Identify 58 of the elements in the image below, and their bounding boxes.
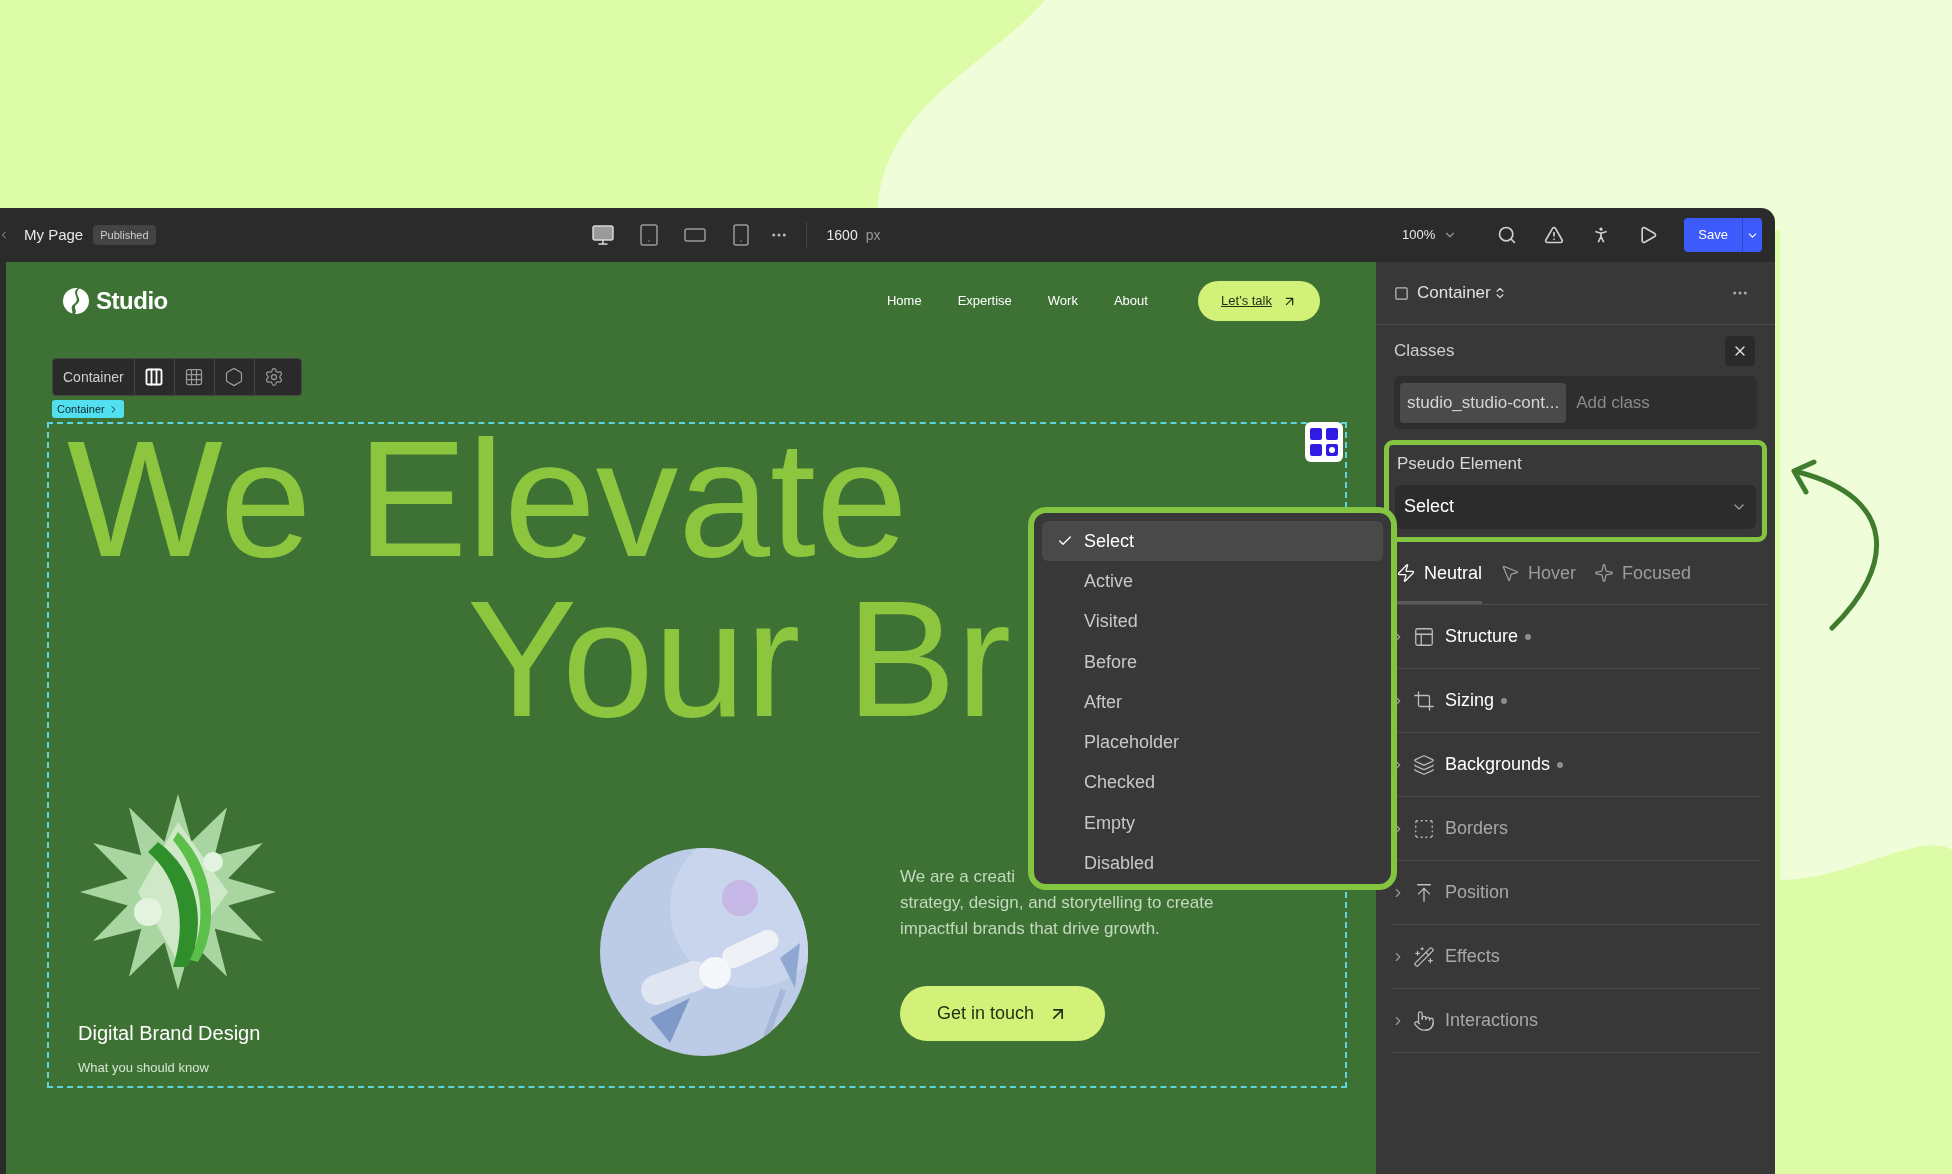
zoom-value[interactable]: 100% bbox=[1402, 225, 1436, 245]
logo-icon bbox=[62, 287, 90, 315]
section-label: Pseudo Element bbox=[1397, 453, 1523, 475]
blocks-icon[interactable] bbox=[1305, 422, 1343, 462]
dropdown-option[interactable]: Placeholder bbox=[1042, 722, 1383, 763]
dropdown-option[interactable]: Visited bbox=[1042, 601, 1383, 642]
state-tab[interactable]: Hover bbox=[1500, 545, 1577, 604]
breadcrumb-tag[interactable]: Container bbox=[52, 400, 124, 418]
width-unit: px bbox=[865, 225, 881, 245]
nav-link[interactable]: Expertise bbox=[957, 291, 1012, 311]
feature-subtitle: What you should know bbox=[78, 1059, 210, 1077]
section-label: Classes bbox=[1394, 340, 1455, 363]
sparkle-icon bbox=[1594, 563, 1615, 583]
feature-title: Digital Brand Design bbox=[78, 1021, 262, 1046]
cursor-icon bbox=[1500, 563, 1521, 583]
class-chip[interactable]: studio_studio-cont... bbox=[1400, 382, 1567, 423]
dropdown-option[interactable]: Before bbox=[1042, 641, 1383, 683]
cta-button[interactable]: Let’s talk bbox=[1197, 281, 1320, 321]
nav-link[interactable]: About bbox=[1113, 291, 1148, 311]
dropdown-option[interactable]: After bbox=[1042, 682, 1383, 723]
warning-icon[interactable] bbox=[1544, 225, 1565, 245]
page-title: My Page bbox=[24, 224, 84, 245]
state-tab[interactable]: Focused bbox=[1594, 545, 1692, 604]
lightning-icon bbox=[1396, 563, 1416, 583]
settings-icon bbox=[264, 367, 285, 387]
headline: Your Br bbox=[467, 574, 1012, 744]
close-button[interactable] bbox=[1725, 336, 1755, 366]
dropdown-option[interactable]: Disabled bbox=[1042, 843, 1383, 884]
dropdown-option[interactable]: Empty bbox=[1042, 803, 1383, 844]
status-badge: Published bbox=[93, 224, 156, 246]
section-row[interactable]: Interactions bbox=[1391, 989, 1760, 1053]
search-icon[interactable] bbox=[1497, 225, 1518, 245]
monitor-icon bbox=[590, 223, 615, 247]
hexagon-icon bbox=[224, 367, 245, 387]
section-row[interactable]: Effects bbox=[1391, 925, 1760, 989]
brand-name[interactable]: Studio bbox=[96, 283, 168, 319]
columns-icon bbox=[144, 367, 165, 387]
dashed-square-icon bbox=[1413, 817, 1435, 840]
dropdown-option[interactable]: Checked bbox=[1042, 762, 1383, 804]
add-class-field[interactable]: Add class bbox=[1576, 389, 1717, 416]
play-icon[interactable] bbox=[1638, 225, 1659, 245]
element-name[interactable]: Container bbox=[1417, 280, 1491, 306]
pseudo-element-select[interactable]: Select bbox=[1395, 484, 1756, 529]
get-in-touch-button[interactable]: Get in touch bbox=[900, 986, 1106, 1041]
dropdown-option[interactable]: Select bbox=[1042, 521, 1383, 562]
nav-link[interactable]: Home bbox=[886, 291, 922, 311]
headline: We Elevate bbox=[67, 424, 908, 574]
wand-icon bbox=[1413, 945, 1435, 968]
layers-icon bbox=[1413, 753, 1435, 776]
grid-icon bbox=[184, 367, 205, 387]
hand-icon bbox=[1413, 1009, 1435, 1032]
container-icon bbox=[1394, 285, 1409, 301]
nav-link[interactable]: Work bbox=[1047, 291, 1078, 311]
toolbar-label: Container bbox=[62, 367, 125, 387]
crop-icon bbox=[1413, 689, 1435, 712]
layout-icon bbox=[1413, 625, 1435, 648]
width-value[interactable]: 1600 bbox=[826, 224, 858, 246]
dropdown-option[interactable]: Active bbox=[1042, 561, 1383, 602]
